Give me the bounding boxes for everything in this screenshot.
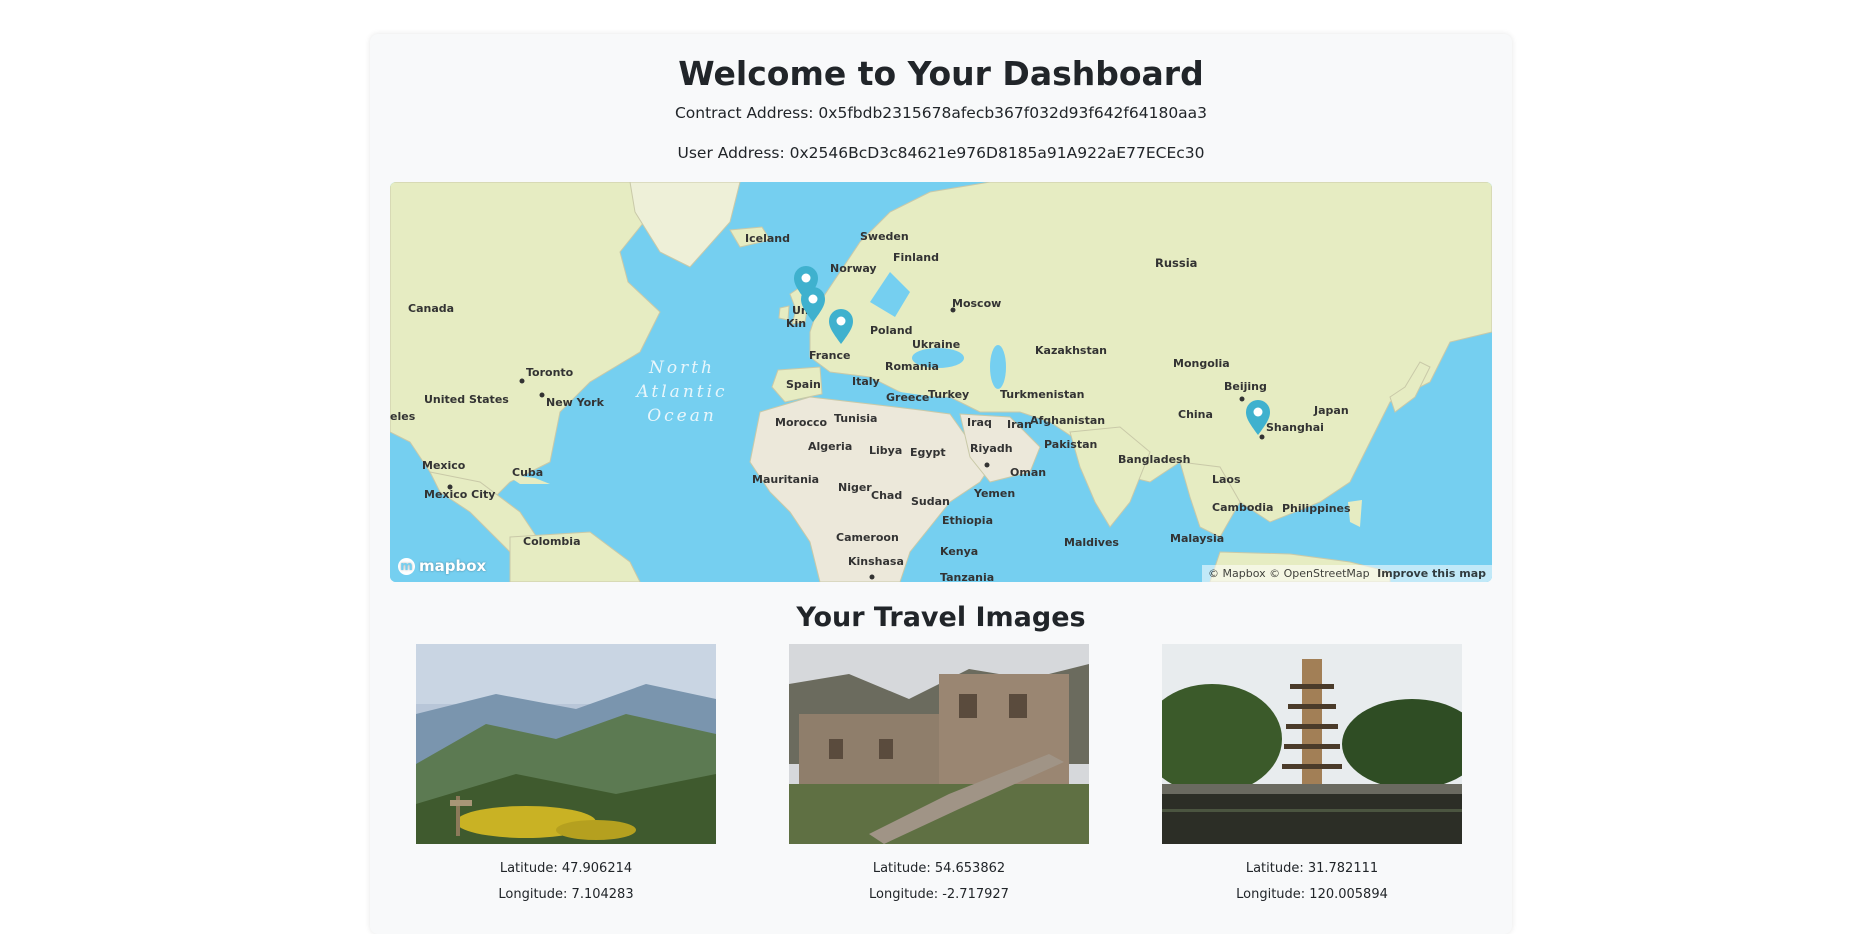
gallery-item: Latitude: 54.653862 Longitude: -2.717927 (789, 644, 1089, 908)
gallery-item: Latitude: 47.906214 Longitude: 7.104283 (416, 644, 716, 908)
map-label: Mongolia (1173, 357, 1230, 370)
gallery-item: Latitude: 31.782111 Longitude: 120.00589… (1162, 644, 1462, 908)
map-label: Malaysia (1170, 532, 1224, 545)
map-label: Colombia (523, 535, 581, 548)
travel-image[interactable] (416, 644, 716, 844)
map-label: Japan (1313, 404, 1349, 417)
improve-map-link[interactable]: Improve this map (1377, 567, 1486, 580)
map-label: Tanzania (940, 571, 994, 582)
map-label: Greece (886, 391, 929, 404)
map-label: Bangladesh (1118, 453, 1190, 466)
world-map[interactable]: North Atlantic Ocean Iceland Sweden Finl… (390, 182, 1492, 582)
city-dot (1259, 434, 1265, 440)
map-label: Tunisia (834, 412, 877, 425)
map-label: Ethiopia (942, 514, 993, 527)
map-label: Philippines (1282, 502, 1351, 515)
map-label: Ukraine (912, 338, 960, 351)
map-label: Afghanistan (1030, 414, 1105, 427)
map-label: Iceland (745, 232, 790, 245)
map-label: New York (546, 396, 605, 409)
image-latitude: Latitude: 54.653862 (872, 861, 1006, 876)
map-label: Niger (838, 481, 872, 494)
ocean-label-3: Ocean (647, 406, 717, 426)
map-label: Iraq (967, 416, 992, 429)
city-dot (539, 392, 545, 398)
map-label: eles (390, 410, 416, 423)
map-label: Iran (1007, 418, 1032, 431)
dashboard-card: Welcome to Your Dashboard Contract Addre… (370, 34, 1512, 934)
map-label: Cameroon (836, 531, 899, 544)
map-label: Finland (893, 251, 939, 264)
page-title: Welcome to Your Dashboard (678, 54, 1204, 93)
map-label: Russia (1155, 256, 1197, 270)
mapbox-logo-icon: m (398, 557, 415, 575)
map-label: Sweden (860, 230, 909, 243)
map-label: Romania (885, 360, 939, 373)
map-label: Mexico City (424, 488, 495, 501)
map-label: Kazakhstan (1035, 344, 1107, 357)
map-label: Maldives (1064, 536, 1119, 549)
map-label: Sudan (911, 495, 950, 508)
map-label: Toronto (526, 366, 574, 379)
map-attribution: © Mapbox © OpenStreetMap Improve this ma… (1202, 565, 1492, 582)
map-label: Mexico (422, 459, 466, 472)
map-label: Libya (869, 444, 902, 457)
image-longitude: Longitude: -2.717927 (869, 887, 1009, 902)
map-label: Mauritania (752, 473, 819, 486)
map-label: China (1178, 408, 1213, 421)
city-dot (1239, 396, 1245, 402)
map-label: Kin (786, 317, 806, 330)
map-label: Yemen (973, 487, 1015, 500)
city-dot (984, 462, 990, 468)
travel-image[interactable] (1162, 644, 1462, 844)
map-label: Turkmenistan (1000, 388, 1084, 401)
map-label: Egypt (910, 446, 946, 459)
contract-address: Contract Address: 0x5fbdb2315678afecb367… (674, 104, 1208, 122)
city-dot (950, 307, 956, 313)
mapbox-logo-text: mapbox (419, 557, 487, 575)
map-label: Turkey (928, 388, 969, 401)
map-label: Italy (852, 375, 880, 388)
image-longitude: Longitude: 7.104283 (498, 887, 634, 902)
map-label: Spain (786, 378, 821, 391)
image-latitude: Latitude: 31.782111 (1245, 861, 1379, 876)
map-label: United States (424, 393, 509, 406)
user-address: User Address: 0x2546BcD3c84621e976D8185a… (677, 144, 1205, 162)
city-dot (447, 484, 453, 490)
ocean-label-2: Atlantic (634, 382, 727, 402)
city-dot (869, 574, 875, 580)
map-label: Cuba (512, 466, 543, 479)
attribution-text[interactable]: © Mapbox © OpenStreetMap (1208, 567, 1370, 580)
image-latitude: Latitude: 47.906214 (499, 861, 633, 876)
map-label: Shanghai (1266, 421, 1324, 434)
map-label: Canada (408, 302, 454, 315)
map-label: Laos (1212, 473, 1241, 486)
map-label: Kinshasa (848, 555, 904, 568)
map-label: Oman (1010, 466, 1046, 479)
map-label: Riyadh (970, 442, 1013, 455)
map-label: Norway (830, 262, 877, 275)
map-label: Cambodia (1212, 501, 1273, 514)
map-label: Beijing (1224, 380, 1267, 393)
map-label: Moscow (952, 297, 1001, 310)
map-label: France (809, 349, 850, 362)
map-label: Algeria (808, 440, 852, 453)
image-longitude: Longitude: 120.005894 (1236, 887, 1388, 902)
map-label: Chad (871, 489, 902, 502)
map-label: Kenya (940, 545, 978, 558)
map-label: Morocco (775, 416, 828, 429)
map-label: Poland (870, 324, 913, 337)
ocean-label-1: North (648, 358, 715, 378)
map-label: Pakistan (1044, 438, 1097, 451)
travel-images-title: Your Travel Images (796, 602, 1086, 633)
city-dot (519, 378, 525, 384)
travel-image[interactable] (789, 644, 1089, 844)
map-canvas[interactable]: North Atlantic Ocean Iceland Sweden Finl… (390, 182, 1492, 582)
mapbox-logo[interactable]: m mapbox (398, 557, 486, 575)
